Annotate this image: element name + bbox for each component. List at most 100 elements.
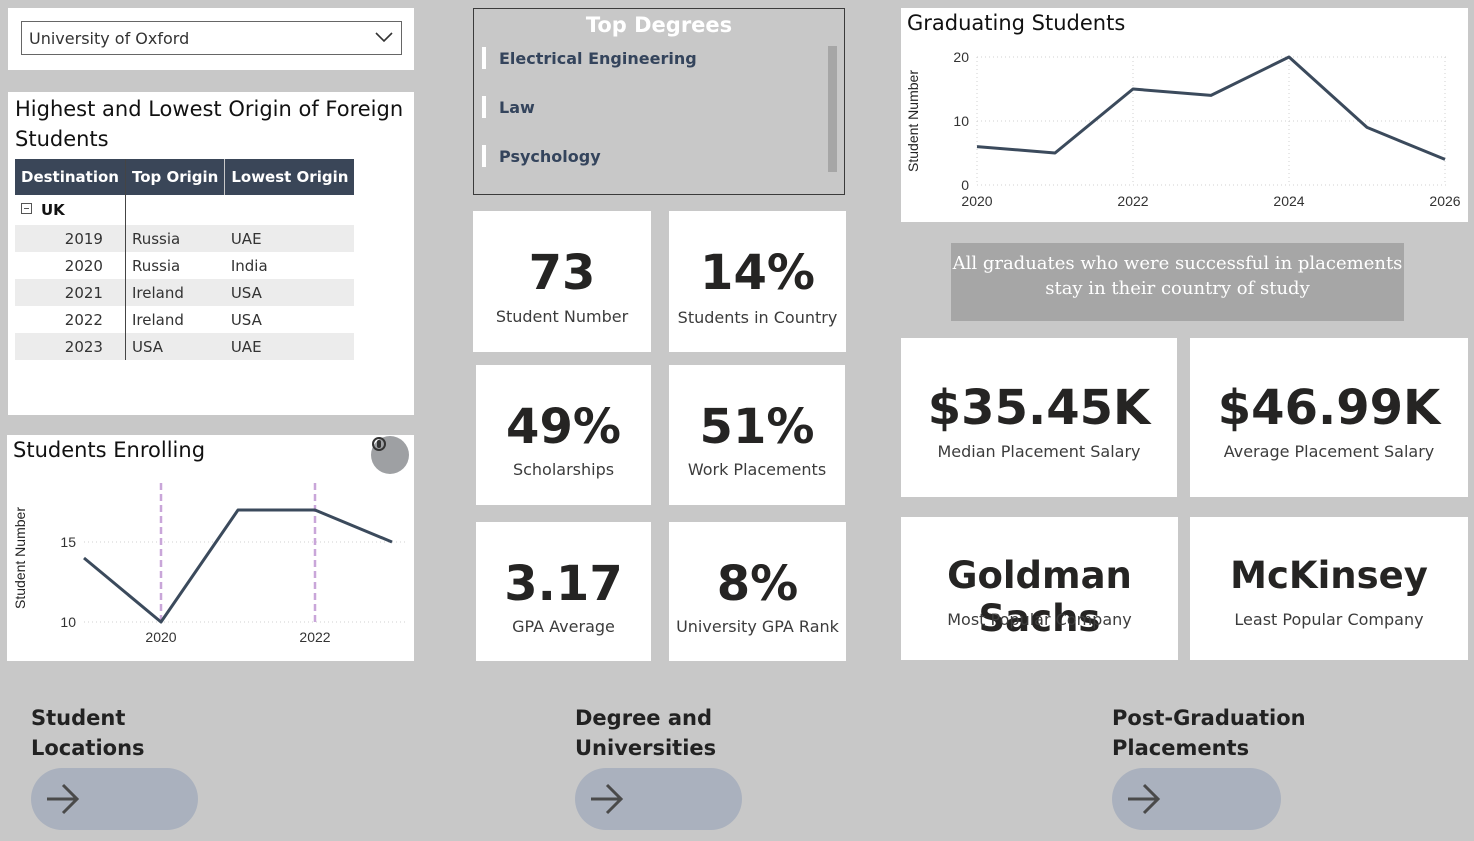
kpi-label: Scholarships xyxy=(512,460,615,479)
kpi-label: Average Placement Salary xyxy=(1223,442,1435,461)
row-lowest-origin: India xyxy=(230,256,268,275)
kpi-average-salary: $46.99K Average Placement Salary xyxy=(1190,338,1468,497)
degree-item[interactable]: Psychology xyxy=(482,144,601,168)
university-slicer: University of Oxford xyxy=(8,8,414,70)
nav-label-degree-universities: Degree and Universities xyxy=(575,706,717,760)
kpi-value: 73 xyxy=(528,245,596,301)
row-year: 2022 xyxy=(15,306,126,333)
kpi-label: Median Placement Salary xyxy=(937,442,1141,461)
kpi-student-number: 73 Student Number xyxy=(473,211,651,352)
nav-button-post-graduation[interactable] xyxy=(1112,768,1281,830)
collapse-icon[interactable] xyxy=(21,203,32,214)
graduating-students-chart: 0 10 20 2020 2022 2024 2026 Student Number Grad… xyxy=(901,8,1468,222)
row-year: 2020 xyxy=(15,252,126,279)
row-year: 2021 xyxy=(15,279,126,306)
degree-label: Psychology xyxy=(499,146,601,166)
kpi-label: Most Popular Company xyxy=(947,610,1132,629)
university-dropdown-value: University of Oxford xyxy=(29,28,190,48)
kpi-label: Students in Country xyxy=(677,308,838,327)
column-header-lowest-origin[interactable]: Lowest Origin xyxy=(224,159,355,195)
y-tick-label: 10 xyxy=(953,113,969,129)
kpi-value: 14% xyxy=(700,245,815,301)
x-tick-label: 2024 xyxy=(1273,193,1304,209)
top-degrees-title: Top Degrees xyxy=(585,13,733,37)
table-row: 2022 Ireland USA xyxy=(15,306,354,333)
row-top-origin: USA xyxy=(125,333,225,360)
arrow-right-icon xyxy=(591,783,624,815)
matrix-title: Highest and Lowest Origin of Foreign Stu… xyxy=(15,97,404,151)
kpi-label: GPA Average xyxy=(512,617,615,636)
row-lowest-origin: UAE xyxy=(224,225,355,252)
row-top-origin: Ireland xyxy=(131,310,184,329)
students-enrolling-chart: 10 15 2020 2022 Student Number Students Enro… xyxy=(7,435,414,661)
nav-button-student-locations[interactable] xyxy=(31,768,198,830)
y-tick-label: 15 xyxy=(60,534,76,550)
series-line xyxy=(83,508,393,624)
kpi-gpa-rank: 8% University GPA Rank xyxy=(669,522,846,661)
chevron-down-icon xyxy=(375,32,393,43)
kpi-median-salary: $35.45K Median Placement Salary xyxy=(901,338,1177,497)
row-lowest-origin: UAE xyxy=(224,333,355,360)
x-tick-label: 2026 xyxy=(1429,193,1460,209)
x-tick-label: 2022 xyxy=(1117,193,1148,209)
column-header-destination[interactable]: Destination xyxy=(15,159,126,195)
graduating-chart-title: Graduating Students xyxy=(907,11,1126,35)
enrolling-chart-title: Students Enrolling xyxy=(13,438,206,462)
arrow-right-icon xyxy=(1128,783,1161,815)
placement-note: All graduates who were successful in pla… xyxy=(951,243,1404,321)
row-lowest-origin: USA xyxy=(224,279,355,306)
x-tick-label: 2020 xyxy=(145,629,176,645)
top-degrees-slicer: Top Degrees Electrical Engineering Law P… xyxy=(473,8,845,195)
kpi-label: Student Number xyxy=(495,307,629,326)
table-row: 2023 USA UAE xyxy=(15,333,355,360)
degree-item[interactable]: Electrical Engineering xyxy=(482,46,697,70)
row-lowest-origin: USA xyxy=(230,310,262,329)
foreign-origin-matrix: Highest and Lowest Origin of Foreign Stu… xyxy=(8,92,414,415)
row-year: 2023 xyxy=(15,333,126,360)
row-top-origin: Russia xyxy=(125,225,225,252)
kpi-value: $35.45K xyxy=(927,380,1151,436)
enrolling-chart-svg: 10 15 2020 2022 Student Number xyxy=(12,483,405,645)
row-top-origin: Russia xyxy=(131,256,181,275)
nav-label-student-locations: Student Locations xyxy=(31,706,145,760)
kpi-most-popular-company: Goldman Sachs Most Popular Company xyxy=(901,517,1178,660)
y-axis-label: Student Number xyxy=(12,507,28,609)
degree-label: Electrical Engineering xyxy=(499,48,697,68)
kpi-least-popular-company: McKinsey Least Popular Company xyxy=(1190,517,1468,660)
kpi-work-placements: 51% Work Placements xyxy=(669,365,845,505)
kpi-students-in-country: 14% Students in Country xyxy=(669,211,846,352)
kpi-label: University GPA Rank xyxy=(676,617,839,636)
kpi-value: McKinsey xyxy=(1230,554,1428,597)
kpi-value: 8% xyxy=(716,556,799,612)
focus-mode-icon[interactable] xyxy=(371,436,409,474)
x-tick-label: 2020 xyxy=(961,193,992,209)
row-year: 2019 xyxy=(15,225,126,252)
y-axis-label: Student Number xyxy=(905,70,921,172)
x-tick-label: 2022 xyxy=(299,629,330,645)
origin-table: Destination Top Origin Lowest Origin UK … xyxy=(15,159,355,360)
graduating-chart-svg: 010202020 2022 2024 2026Student Number xyxy=(905,49,1461,209)
degree-item[interactable]: Law xyxy=(482,95,535,119)
university-dropdown[interactable]: University of Oxford xyxy=(21,21,402,55)
nav-label-post-graduation: Post-Graduation Placements xyxy=(1112,706,1306,760)
row-top-origin: Ireland xyxy=(125,279,225,306)
column-header-top-origin[interactable]: Top Origin xyxy=(125,159,226,195)
group-label: UK xyxy=(41,201,65,219)
table-group-row: UK xyxy=(15,195,354,225)
kpi-label: Least Popular Company xyxy=(1234,610,1424,629)
arrow-right-icon xyxy=(47,783,80,815)
degrees-scrollbar[interactable] xyxy=(828,46,837,172)
table-header-row: Destination Top Origin Lowest Origin xyxy=(15,159,355,195)
kpi-scholarships: 49% Scholarships xyxy=(476,365,651,505)
table-row: 2020 Russia India xyxy=(15,252,354,279)
table-row: 2019 Russia UAE xyxy=(15,225,355,252)
nav-button-degree-universities[interactable] xyxy=(575,768,742,830)
kpi-value: $46.99K xyxy=(1217,380,1441,436)
kpi-value: 49% xyxy=(506,399,621,455)
degree-label: Law xyxy=(499,97,535,117)
y-tick-label: 20 xyxy=(953,49,969,65)
kpi-label: Work Placements xyxy=(687,460,827,479)
kpi-gpa-average: 3.17 GPA Average xyxy=(476,522,651,661)
y-tick-label: 10 xyxy=(60,614,76,630)
kpi-value: 3.17 xyxy=(504,556,623,612)
